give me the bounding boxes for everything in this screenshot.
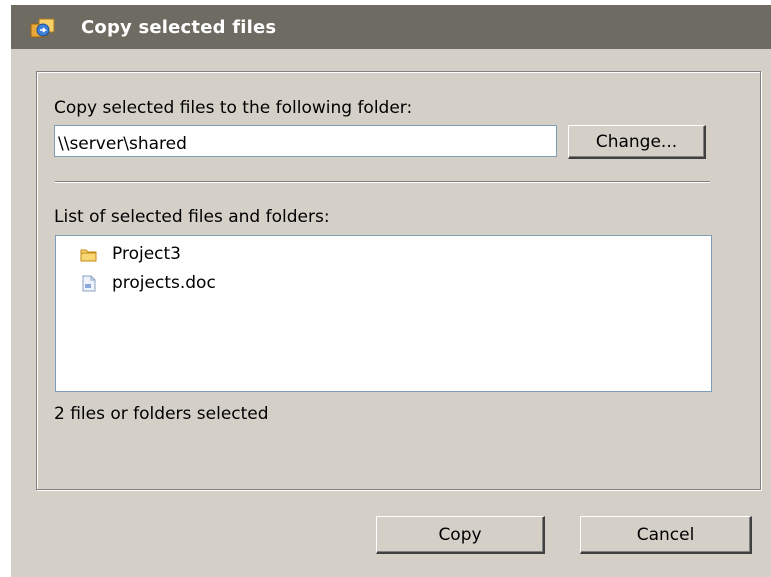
destination-folder-input[interactable] (54, 125, 557, 157)
selected-items-list[interactable]: Project3 projects.doc (55, 235, 712, 392)
folder-icon (80, 249, 97, 262)
change-folder-button[interactable]: Change... (568, 125, 706, 159)
dialog-title: Copy selected files (81, 17, 277, 38)
selection-status: 2 files or folders selected (54, 404, 269, 424)
separator (55, 181, 710, 183)
destination-label: Copy selected files to the following fol… (54, 98, 413, 118)
title-bar[interactable]: Copy selected files (11, 5, 771, 49)
document-icon (82, 275, 96, 292)
copy-button[interactable]: Copy (376, 516, 545, 554)
list-item-label: projects.doc (112, 273, 216, 293)
cancel-button[interactable]: Cancel (580, 516, 752, 554)
selection-list-label: List of selected files and folders: (54, 207, 330, 227)
copy-files-dialog: Copy selected files Copy selected files … (11, 5, 771, 577)
copy-files-icon (30, 18, 55, 38)
list-item-label: Project3 (112, 244, 181, 264)
